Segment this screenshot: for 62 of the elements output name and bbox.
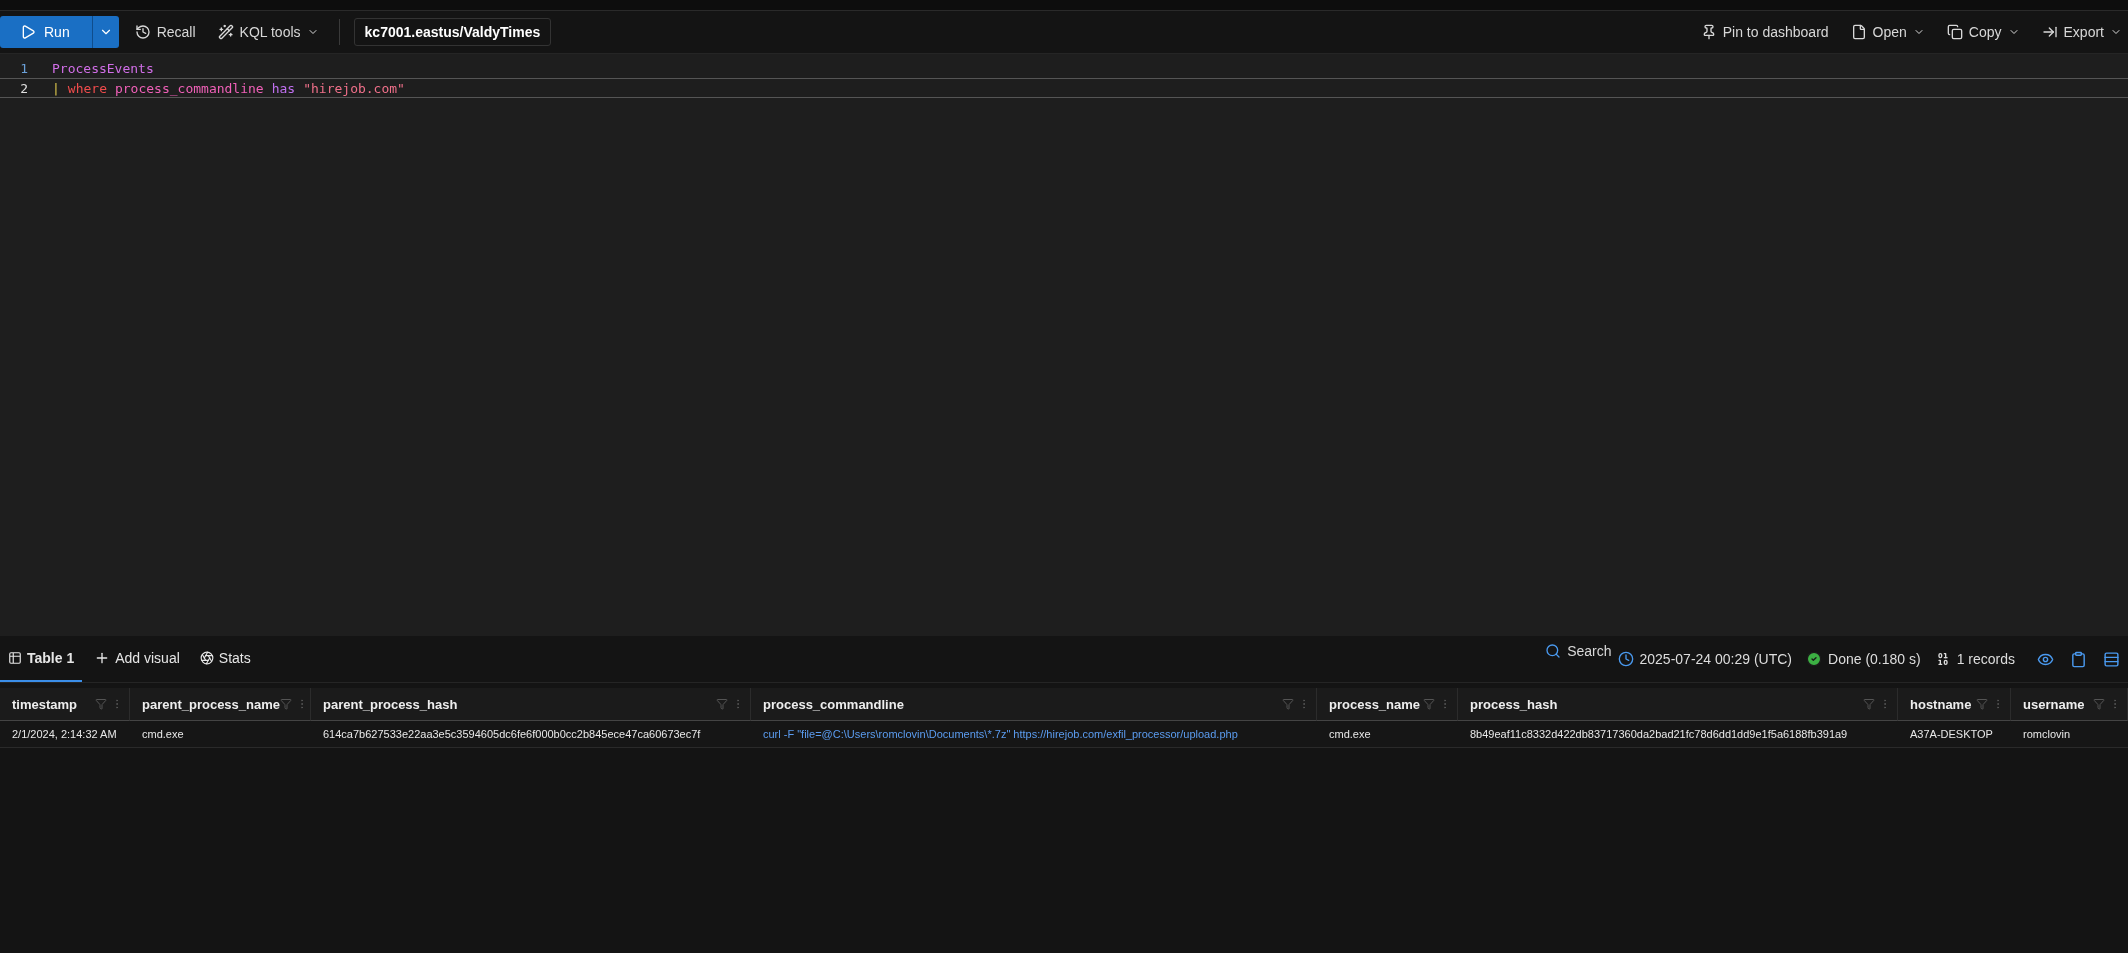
search-button[interactable]: Search [1539, 636, 1618, 666]
toolbar-button[interactable]: Copy [1940, 17, 2026, 47]
run-options-button[interactable] [91, 16, 119, 48]
toolbar-button[interactable]: Pin to dashboard [1694, 17, 1835, 47]
copy-icon [1946, 24, 1963, 40]
column-title: process_hash [1470, 696, 1559, 712]
results-tab[interactable]: Stats [191, 636, 259, 682]
success-icon [1806, 651, 1823, 667]
column-header[interactable]: process_hash [1458, 688, 1898, 721]
status-text: Done (0.180 s) [1828, 651, 1921, 667]
filter-icon[interactable] [1863, 698, 1875, 710]
clock-icon [1617, 651, 1634, 667]
column-header[interactable]: parent_process_name [130, 688, 311, 721]
column-title: timestamp [12, 696, 79, 712]
column-header[interactable]: parent_process_hash [311, 688, 751, 721]
stats-icon [199, 651, 214, 665]
column-title: username [2023, 696, 2086, 712]
column-title: parent_process_name [142, 696, 280, 712]
code-token: | [52, 80, 60, 96]
filter-icon[interactable] [1282, 698, 1294, 710]
filter-icon[interactable] [716, 698, 728, 710]
code-token: process_commandline [114, 80, 264, 96]
column-title: parent_process_hash [323, 696, 459, 712]
database-label: kc7001.eastus/ValdyTimes [353, 18, 552, 46]
play-icon [20, 24, 36, 40]
column-header[interactable]: process_commandline [751, 688, 1317, 721]
query-editor[interactable]: 1 ProcessEvents 2 | where process_commandline has "hirejob.com" [0, 54, 2128, 636]
column-title: process_name [1329, 696, 1422, 712]
code-token: "hirejob.com" [303, 80, 405, 96]
toolbar-button[interactable]: Open [1844, 17, 1931, 47]
filter-icon[interactable] [95, 698, 107, 710]
column-header[interactable]: username [2011, 688, 2128, 721]
toolbar-button[interactable]: KQL tools [211, 17, 325, 47]
toolbar-button[interactable]: Recall [128, 17, 202, 47]
history-icon [134, 24, 151, 40]
toolbar-button[interactable]: Export [2035, 17, 2128, 47]
column-title: hostname [1910, 696, 1973, 712]
column-header[interactable]: hostname [1898, 688, 2011, 721]
filter-icon[interactable] [2093, 698, 2105, 710]
table-icon [8, 651, 22, 665]
results-tab[interactable]: Add visual [86, 636, 188, 682]
code-token: ProcessEvents [52, 60, 154, 76]
export-icon [2041, 24, 2058, 40]
code-token: has [271, 80, 296, 96]
column-title: process_commandline [763, 696, 905, 712]
file-icon [1850, 24, 1867, 40]
filter-icon[interactable] [280, 698, 292, 710]
records-count: 1 records [1956, 651, 2015, 667]
column-header[interactable]: timestamp [0, 688, 130, 721]
line-number: 2 [19, 80, 29, 96]
clipboard-icon [2070, 650, 2087, 668]
wand-icon [217, 24, 234, 40]
run-button[interactable]: Run [0, 16, 92, 48]
line-number: 1 [19, 60, 29, 76]
code-token: where [67, 80, 107, 96]
results-tab[interactable]: Table 1 [0, 636, 83, 682]
filter-icon[interactable] [1423, 698, 1435, 710]
rows-icon [2103, 650, 2120, 668]
column-header[interactable]: process_name [1317, 688, 1458, 721]
query-time-text: 2025-07-24 00:29 (UTC) [1639, 651, 1793, 667]
filter-icon[interactable] [1976, 698, 1988, 710]
search-icon [1545, 643, 1562, 659]
